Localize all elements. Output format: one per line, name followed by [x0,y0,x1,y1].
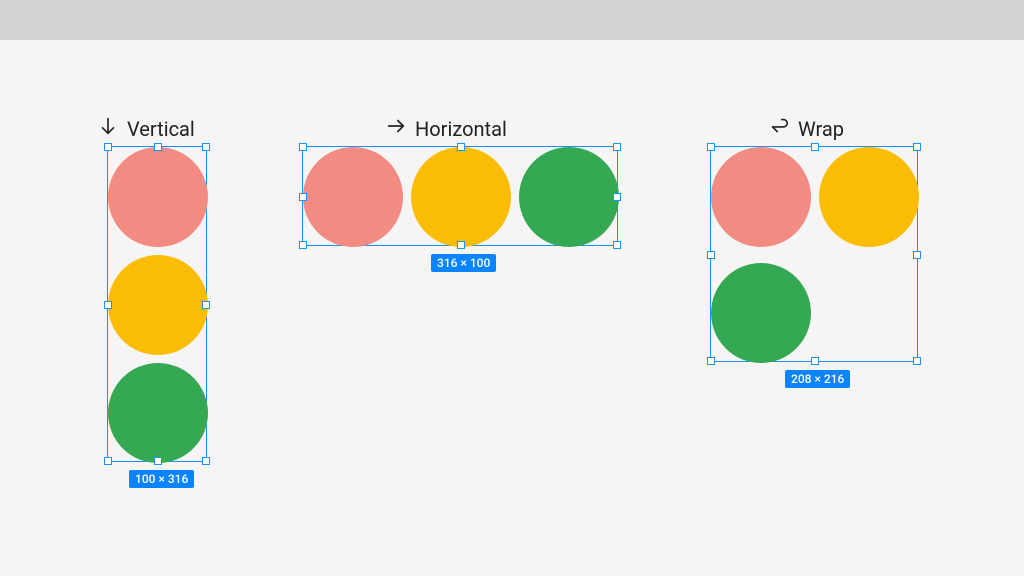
handle-bl[interactable] [104,457,112,465]
dimensions-badge-wrap: 208 × 216 [785,370,850,388]
dimensions-badge-vertical: 100 × 316 [129,470,194,488]
handle-br[interactable] [913,357,921,365]
ellipse-3[interactable] [108,363,208,463]
ellipse-1[interactable] [108,147,208,247]
arrow-right-icon [385,115,407,142]
handle-br[interactable] [202,457,210,465]
ellipse-2[interactable] [819,147,919,247]
handle-bl[interactable] [707,357,715,365]
frame-label-text: Vertical [127,117,195,141]
wrap-icon [768,115,790,142]
handle-mr[interactable] [613,193,621,201]
dimensions-badge-horizontal: 316 × 100 [431,254,496,272]
handle-ml[interactable] [104,301,112,309]
selection-box-vertical[interactable] [107,146,207,462]
handle-tl[interactable] [707,143,715,151]
handle-tr[interactable] [913,143,921,151]
ellipse-1[interactable] [711,147,811,247]
handle-bl[interactable] [299,241,307,249]
handle-ml[interactable] [707,251,715,259]
top-toolbar [0,0,1024,40]
handle-tl[interactable] [104,143,112,151]
handle-tm[interactable] [811,143,819,151]
ellipse-2[interactable] [108,255,208,355]
handle-tm[interactable] [457,143,465,151]
frame-label-text: Wrap [798,117,844,141]
frame-label-wrap: Wrap [768,115,844,142]
handle-br[interactable] [613,241,621,249]
arrow-down-icon [97,115,119,142]
autolayout-frame-wrap[interactable] [711,147,919,363]
ellipse-3[interactable] [519,147,619,247]
handle-ml[interactable] [299,193,307,201]
handle-mr[interactable] [202,301,210,309]
frame-label-text: Horizontal [415,117,507,141]
handle-tl[interactable] [299,143,307,151]
autolayout-frame-vertical[interactable] [108,147,208,463]
selection-box-wrap[interactable] [710,146,918,362]
handle-mr[interactable] [913,251,921,259]
ellipse-3[interactable] [711,263,811,363]
handle-tr[interactable] [613,143,621,151]
handle-bm[interactable] [154,457,162,465]
handle-tm[interactable] [154,143,162,151]
frame-label-horizontal: Horizontal [385,115,507,142]
design-canvas[interactable]: Vertical 100 × 316 Horizontal [0,40,1024,576]
handle-bm[interactable] [811,357,819,365]
autolayout-frame-horizontal[interactable] [303,147,619,247]
ellipse-2[interactable] [411,147,511,247]
handle-bm[interactable] [457,241,465,249]
frame-label-vertical: Vertical [97,115,195,142]
handle-tr[interactable] [202,143,210,151]
selection-box-horizontal[interactable] [302,146,618,246]
ellipse-1[interactable] [303,147,403,247]
